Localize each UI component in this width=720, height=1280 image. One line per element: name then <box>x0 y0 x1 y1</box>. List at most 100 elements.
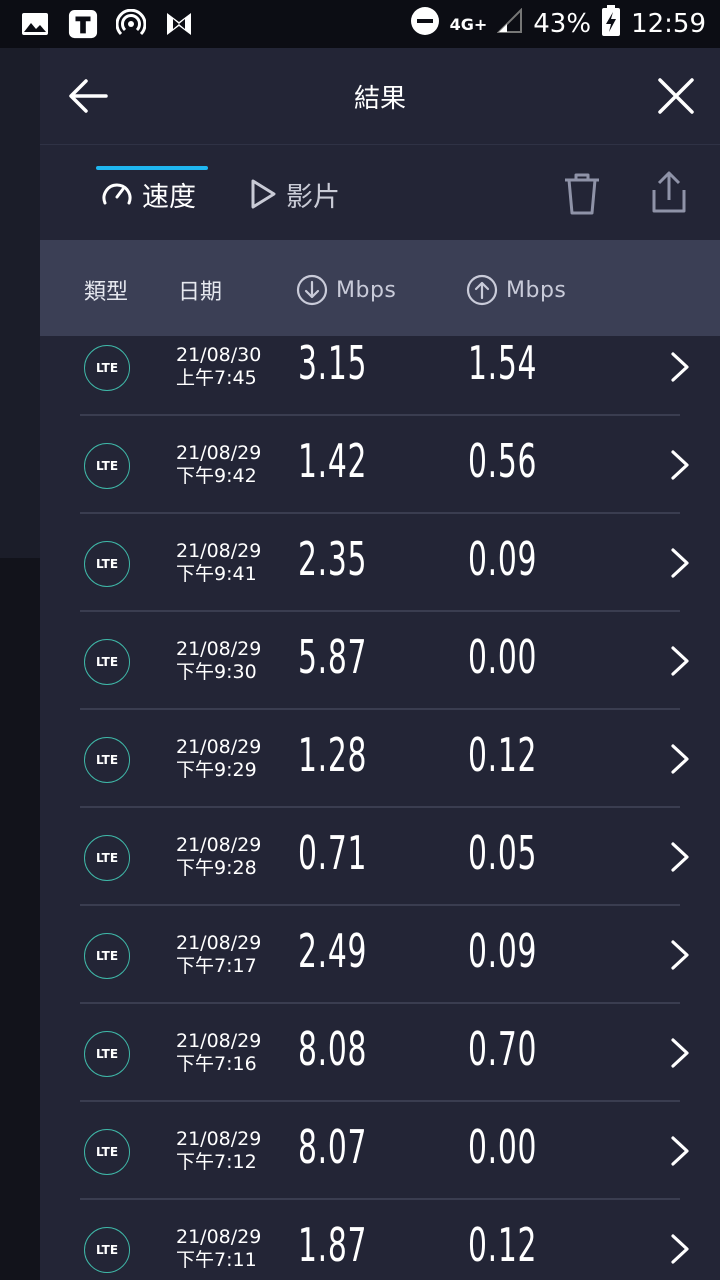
result-datetime: 21/08/29 下午9:41 <box>176 540 261 586</box>
upload-speed: 0.12 <box>468 1218 538 1272</box>
chevron-right-icon[interactable] <box>668 1233 692 1265</box>
connection-type-badge: LTE <box>84 835 130 881</box>
download-speed: 8.08 <box>298 1022 368 1076</box>
result-date: 21/08/29 <box>176 442 262 464</box>
result-date: 21/08/29 <box>176 1030 262 1052</box>
tab-video[interactable]: 影片 <box>248 172 340 216</box>
result-row[interactable]: LTE 21/08/29 下午7:12 8.07 0.00 <box>40 1102 720 1200</box>
result-row[interactable]: LTE 21/08/29 下午7:17 2.49 0.09 <box>40 906 720 1004</box>
chevron-right-icon[interactable] <box>668 645 692 677</box>
result-datetime: 21/08/29 下午7:12 <box>176 1128 261 1174</box>
connection-type-badge: LTE <box>84 1227 130 1273</box>
background-app-lower <box>0 558 40 1280</box>
upload-unit: Mbps <box>506 277 567 303</box>
result-time: 上午7:45 <box>176 367 257 389</box>
header: 結果 <box>40 48 720 145</box>
bowtie-app-icon <box>164 9 194 39</box>
download-speed: 2.35 <box>298 532 368 586</box>
upload-speed: 0.09 <box>468 924 538 978</box>
download-arrow-icon <box>296 274 328 306</box>
share-button[interactable] <box>648 170 690 214</box>
result-datetime: 21/08/29 下午9:30 <box>176 638 261 684</box>
connection-type-badge: LTE <box>84 541 130 587</box>
chevron-right-icon[interactable] <box>668 841 692 873</box>
upload-speed: 0.00 <box>468 1120 538 1174</box>
download-speed: 8.07 <box>298 1120 368 1174</box>
delete-button[interactable] <box>562 172 602 216</box>
result-datetime: 21/08/29 下午7:16 <box>176 1030 261 1076</box>
background-app <box>0 48 40 558</box>
result-datetime: 21/08/30 上午7:45 <box>176 344 261 390</box>
download-speed: 5.87 <box>298 630 368 684</box>
chevron-right-icon[interactable] <box>668 939 692 971</box>
clock: 12:59 <box>631 9 706 39</box>
chevron-right-icon[interactable] <box>668 351 692 383</box>
close-button[interactable] <box>656 76 696 116</box>
result-datetime: 21/08/29 下午9:29 <box>176 736 261 782</box>
result-date: 21/08/29 <box>176 1226 262 1248</box>
download-unit: Mbps <box>336 277 397 303</box>
connection-type-badge: LTE <box>84 345 130 391</box>
upload-speed: 0.00 <box>468 630 538 684</box>
result-date: 21/08/29 <box>176 638 262 660</box>
chevron-right-icon[interactable] <box>668 743 692 775</box>
tab-speed-label: 速度 <box>142 181 196 213</box>
connection-type-badge: LTE <box>84 1031 130 1077</box>
result-time: 下午9:42 <box>176 465 257 487</box>
result-row[interactable]: LTE 21/08/29 下午9:42 1.42 0.56 <box>40 416 720 514</box>
result-row[interactable]: LTE 21/08/29 下午9:28 0.71 0.05 <box>40 808 720 906</box>
download-speed: 1.28 <box>298 728 368 782</box>
tab-bar: 速度 影片 <box>40 144 720 240</box>
page-title: 結果 <box>353 84 406 114</box>
network-type: 4G+ <box>449 14 488 34</box>
connection-type-badge: LTE <box>84 443 130 489</box>
battery-charging-icon <box>601 4 621 44</box>
t-app-icon <box>68 9 98 39</box>
download-speed: 2.49 <box>298 924 368 978</box>
connection-type-badge: LTE <box>84 933 130 979</box>
active-tab-indicator <box>96 166 208 170</box>
column-header: 類型 日期 Mbps Mbps <box>40 240 720 336</box>
result-time: 下午9:41 <box>176 563 257 585</box>
result-datetime: 21/08/29 下午9:28 <box>176 834 261 880</box>
download-speed: 1.42 <box>298 434 368 488</box>
result-time: 下午7:17 <box>176 955 257 977</box>
trash-icon <box>565 173 599 215</box>
result-date: 21/08/30 <box>176 344 262 366</box>
result-datetime: 21/08/29 下午7:11 <box>176 1226 261 1272</box>
result-row[interactable]: LTE 21/08/29 下午7:16 8.08 0.70 <box>40 1004 720 1102</box>
tab-video-label: 影片 <box>286 181 340 213</box>
result-date: 21/08/29 <box>176 736 262 758</box>
status-bar: 4G+ 43% 12:59 <box>0 0 720 48</box>
result-date: 21/08/29 <box>176 540 262 562</box>
result-row[interactable]: LTE 21/08/29 下午9:30 5.87 0.00 <box>40 612 720 710</box>
result-row[interactable]: LTE 21/08/29 下午7:11 1.87 0.12 <box>40 1200 720 1280</box>
close-icon <box>658 78 694 114</box>
do-not-disturb-icon <box>410 6 440 43</box>
chevron-right-icon[interactable] <box>668 449 692 481</box>
result-time: 下午7:12 <box>176 1151 257 1173</box>
result-time: 下午9:29 <box>176 759 257 781</box>
signal-icon <box>496 7 523 41</box>
column-download: Mbps <box>296 274 396 306</box>
chevron-right-icon[interactable] <box>668 1135 692 1167</box>
download-speed: 3.15 <box>298 336 368 390</box>
result-time: 下午7:11 <box>176 1249 257 1271</box>
column-type: 類型 <box>84 280 129 305</box>
result-date: 21/08/29 <box>176 834 262 856</box>
result-row[interactable]: LTE 21/08/29 下午9:29 1.28 0.12 <box>40 710 720 808</box>
upload-speed: 0.56 <box>468 434 538 488</box>
upload-arrow-icon <box>466 274 498 306</box>
result-row[interactable]: LTE 21/08/30 上午7:45 3.15 1.54 <box>40 336 720 416</box>
chevron-right-icon[interactable] <box>668 547 692 579</box>
tab-speed[interactable]: 速度 <box>100 172 196 216</box>
battery-percent: 43% <box>533 9 592 39</box>
result-time: 下午7:16 <box>176 1053 257 1075</box>
upload-speed: 0.05 <box>468 826 538 880</box>
upload-speed: 0.09 <box>468 532 538 586</box>
result-date: 21/08/29 <box>176 932 262 954</box>
upload-speed: 1.54 <box>468 336 538 390</box>
result-row[interactable]: LTE 21/08/29 下午9:41 2.35 0.09 <box>40 514 720 612</box>
gallery-icon <box>20 9 50 39</box>
chevron-right-icon[interactable] <box>668 1037 692 1069</box>
